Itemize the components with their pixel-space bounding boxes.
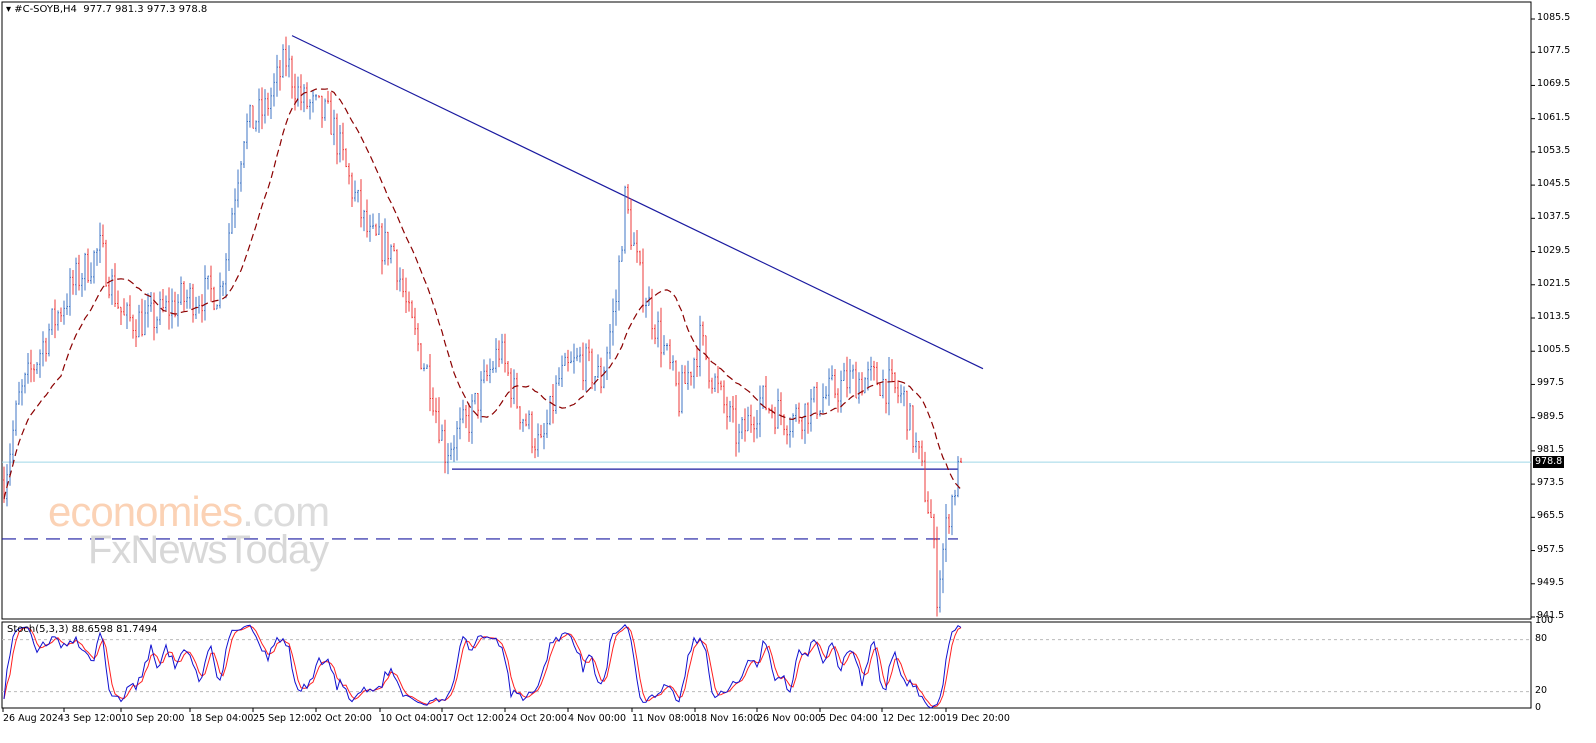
time-tick-label: 11 Nov 08:00 xyxy=(632,713,697,724)
stoch-level-label: 80 xyxy=(1535,632,1548,644)
price-tick-label: 957.5 xyxy=(1537,543,1565,555)
price-tick-label: 973.5 xyxy=(1537,477,1565,489)
symbol: #C-SOYB,H4 xyxy=(14,4,77,15)
price-tick-label: 1061.5 xyxy=(1537,111,1571,123)
current-price-label: 978.8 xyxy=(1533,456,1565,468)
stoch-label: Stoch(5,3,3) 88.6598 81.7494 xyxy=(7,624,158,635)
time-tick-label: 26 Aug 2024 xyxy=(3,713,64,724)
price-tick-label: 989.5 xyxy=(1537,410,1565,422)
price-tick-label: 1077.5 xyxy=(1537,45,1571,57)
price-tick-label: 1037.5 xyxy=(1537,211,1571,223)
price-tick-label: 1085.5 xyxy=(1537,12,1571,23)
time-tick-label: 10 Sep 20:00 xyxy=(121,713,185,724)
time-tick-label: 18 Nov 16:00 xyxy=(695,713,760,724)
price-tick-label: 1045.5 xyxy=(1537,178,1571,190)
time-tick-label: 10 Oct 04:00 xyxy=(380,713,442,724)
time-tick-label: 25 Sep 12:00 xyxy=(253,713,317,724)
stoch-pane-border xyxy=(1,621,1532,709)
price-tick-label: 1013.5 xyxy=(1537,311,1571,322)
time-tick-label: 5 Dec 04:00 xyxy=(820,713,878,724)
time-tick-label: 26 Nov 00:00 xyxy=(757,713,822,724)
stoch-level-label: 100 xyxy=(1535,615,1554,627)
time-tick-label: 24 Oct 20:00 xyxy=(505,713,567,724)
price-tick-label: 1021.5 xyxy=(1537,277,1571,289)
stoch-level-label: 0 xyxy=(1535,702,1542,713)
price-tick-label: 981.5 xyxy=(1537,443,1565,455)
chart-title: ▾ #C-SOYB,H4 977.7 981.3 977.3 978.8 xyxy=(6,4,208,15)
time-tick-label: 12 Dec 12:00 xyxy=(882,713,946,724)
price-tick-label: 965.5 xyxy=(1537,510,1565,522)
price-tick-label: 949.5 xyxy=(1537,576,1565,588)
time-tick-label: 4 Nov 00:00 xyxy=(568,713,627,724)
price-tick-label: 1053.5 xyxy=(1537,144,1571,156)
stoch-d-line xyxy=(3,625,962,708)
time-tick-label: 17 Oct 12:00 xyxy=(442,713,504,724)
chart-canvas xyxy=(1,1,1535,712)
time-tick-label: 3 Sep 12:00 xyxy=(64,713,122,724)
time-tick-label: 19 Dec 20:00 xyxy=(946,713,1010,724)
price-tick-label: 1029.5 xyxy=(1537,244,1571,256)
ohlc-values: 977.7 981.3 977.3 978.8 xyxy=(83,4,208,15)
time-tick-label: 2 Oct 20:00 xyxy=(316,713,372,724)
stoch-level-label: 20 xyxy=(1535,684,1548,696)
time-tick-label: 18 Sep 04:00 xyxy=(190,713,254,724)
price-tick-label: 1005.5 xyxy=(1537,344,1571,356)
downtrend-line xyxy=(291,35,984,370)
watermark-fxnewstoday: FxNewsToday xyxy=(88,528,329,572)
price-tick-label: 1069.5 xyxy=(1537,78,1571,90)
price-tick-label: 997.5 xyxy=(1537,377,1565,389)
